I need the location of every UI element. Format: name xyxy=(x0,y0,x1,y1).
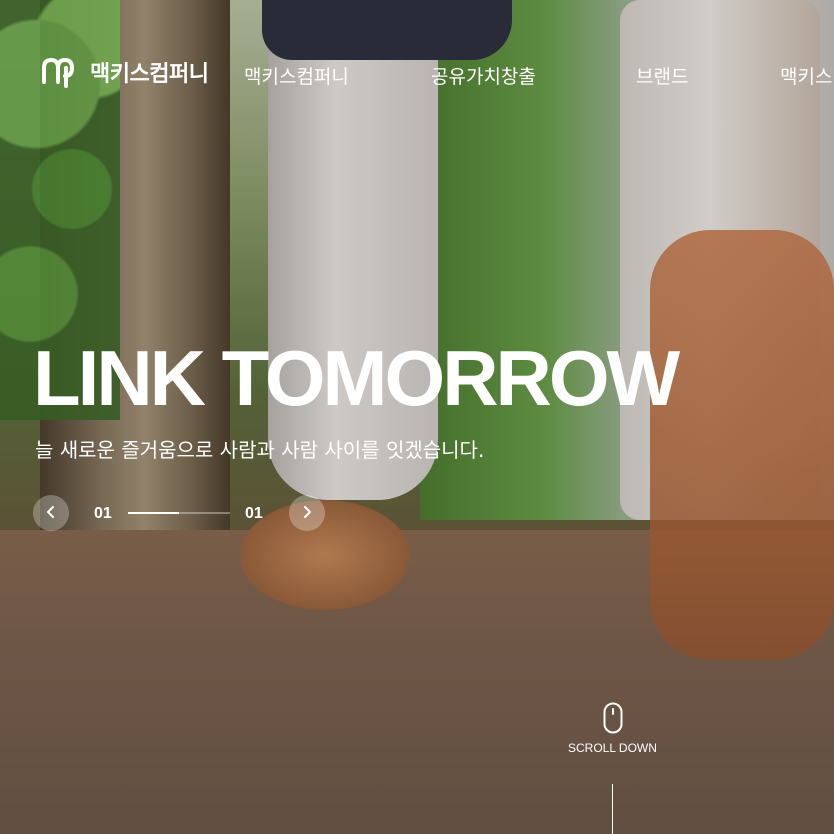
nav-item-brand[interactable]: 브랜드 xyxy=(636,62,688,89)
nav-item-mackis[interactable]: 맥키스 xyxy=(780,62,832,89)
slide-progress-bar xyxy=(128,512,230,514)
slide-prev-button[interactable] xyxy=(33,495,69,531)
mouse-icon xyxy=(603,702,623,734)
slide-progress-fill xyxy=(128,512,179,514)
main-nav: 맥키스컴퍼니 공유가치창출 브랜드 맥키스 xyxy=(0,62,834,89)
nav-item-shared-value[interactable]: 공유가치창출 xyxy=(431,62,536,89)
hero-title: LINK TOMORROW xyxy=(33,334,680,422)
chevron-right-icon xyxy=(300,504,314,523)
slide-next-button[interactable] xyxy=(289,495,325,531)
nav-item-mackis-company[interactable]: 맥키스컴퍼니 xyxy=(244,62,349,89)
slide-total-number: 01 xyxy=(245,505,263,522)
chevron-left-icon xyxy=(44,504,58,523)
scroll-down-label[interactable]: SCROLL DOWN xyxy=(568,741,657,755)
hero-subtitle: 늘 새로운 즐거움으로 사람과 사람 사이를 잇겠습니다. xyxy=(35,438,485,462)
scroll-line xyxy=(612,784,613,834)
slide-current-number: 01 xyxy=(94,505,112,522)
